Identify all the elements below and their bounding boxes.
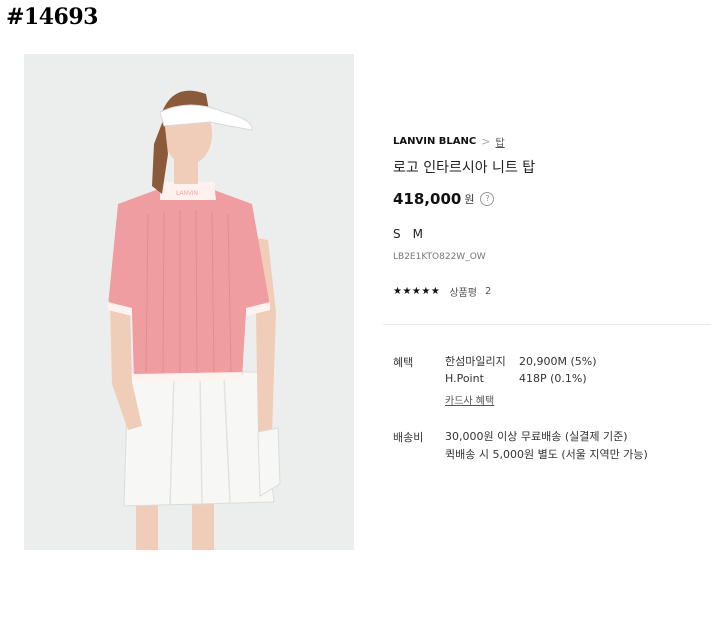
shipping-label: 배송비 bbox=[393, 431, 424, 444]
breadcrumb-separator-icon: > bbox=[481, 135, 491, 148]
collar-logo-text: LANVIN bbox=[176, 191, 198, 197]
benefit-value: 418P (0.1%) bbox=[519, 372, 587, 385]
star-rating-icon: ★★★★★ bbox=[393, 286, 441, 297]
review-count: 2 bbox=[484, 286, 492, 297]
shipping-line: 퀵배송 시 5,000원 별도 (서울 지역만 가능) bbox=[445, 448, 648, 461]
benefit-name: 한섬마일리지 bbox=[445, 355, 506, 368]
size-options: S M bbox=[393, 227, 423, 241]
category-link[interactable]: 탑 bbox=[495, 134, 504, 149]
price-currency: 원 bbox=[464, 193, 475, 206]
benefit-value: 20,900M (5%) bbox=[519, 355, 597, 368]
benefit-name: H.Point bbox=[445, 372, 484, 385]
size-option-s[interactable]: S bbox=[393, 227, 401, 241]
breadcrumb: LANVIN BLANC > 탑 bbox=[393, 134, 505, 149]
product-image[interactable]: LANVIN bbox=[24, 54, 354, 550]
shipping-line: 30,000원 이상 무료배송 (실결제 기준) bbox=[445, 430, 628, 443]
section-divider bbox=[383, 324, 711, 325]
benefits-list: 한섬마일리지 20,900M (5%) H.Point 418P (0.1%) bbox=[445, 353, 597, 387]
page-id-label: #14693 bbox=[6, 4, 98, 30]
brand-link[interactable]: LANVIN BLANC bbox=[393, 136, 476, 147]
card-benefits-link[interactable]: 카드사 혜택 bbox=[445, 392, 494, 407]
product-page: #14693 LANVIN LANVIN BLANC > 탑 로고 인타르시아 … bbox=[0, 0, 716, 620]
price-value: 418,000 bbox=[393, 190, 462, 208]
product-photo-illustration: LANVIN bbox=[24, 54, 354, 550]
product-sku: LB2E1KTO822W_OW bbox=[393, 252, 486, 262]
shipping-info: 30,000원 이상 무료배송 (실결제 기준) 퀵배송 시 5,000원 별도… bbox=[445, 428, 648, 464]
benefits-label: 혜택 bbox=[393, 356, 414, 369]
benefit-row: H.Point 418P (0.1%) bbox=[445, 370, 597, 387]
rating-row[interactable]: ★★★★★ 상품평 2 bbox=[393, 284, 491, 299]
question-icon[interactable]: ? bbox=[480, 192, 495, 206]
review-label: 상품평 bbox=[449, 288, 477, 299]
product-title: 로고 인타르시아 니트 탑 bbox=[393, 160, 536, 176]
benefit-row: 한섬마일리지 20,900M (5%) bbox=[445, 353, 597, 370]
size-option-m[interactable]: M bbox=[413, 227, 423, 241]
price-row: 418,000 원 ? bbox=[393, 190, 495, 208]
